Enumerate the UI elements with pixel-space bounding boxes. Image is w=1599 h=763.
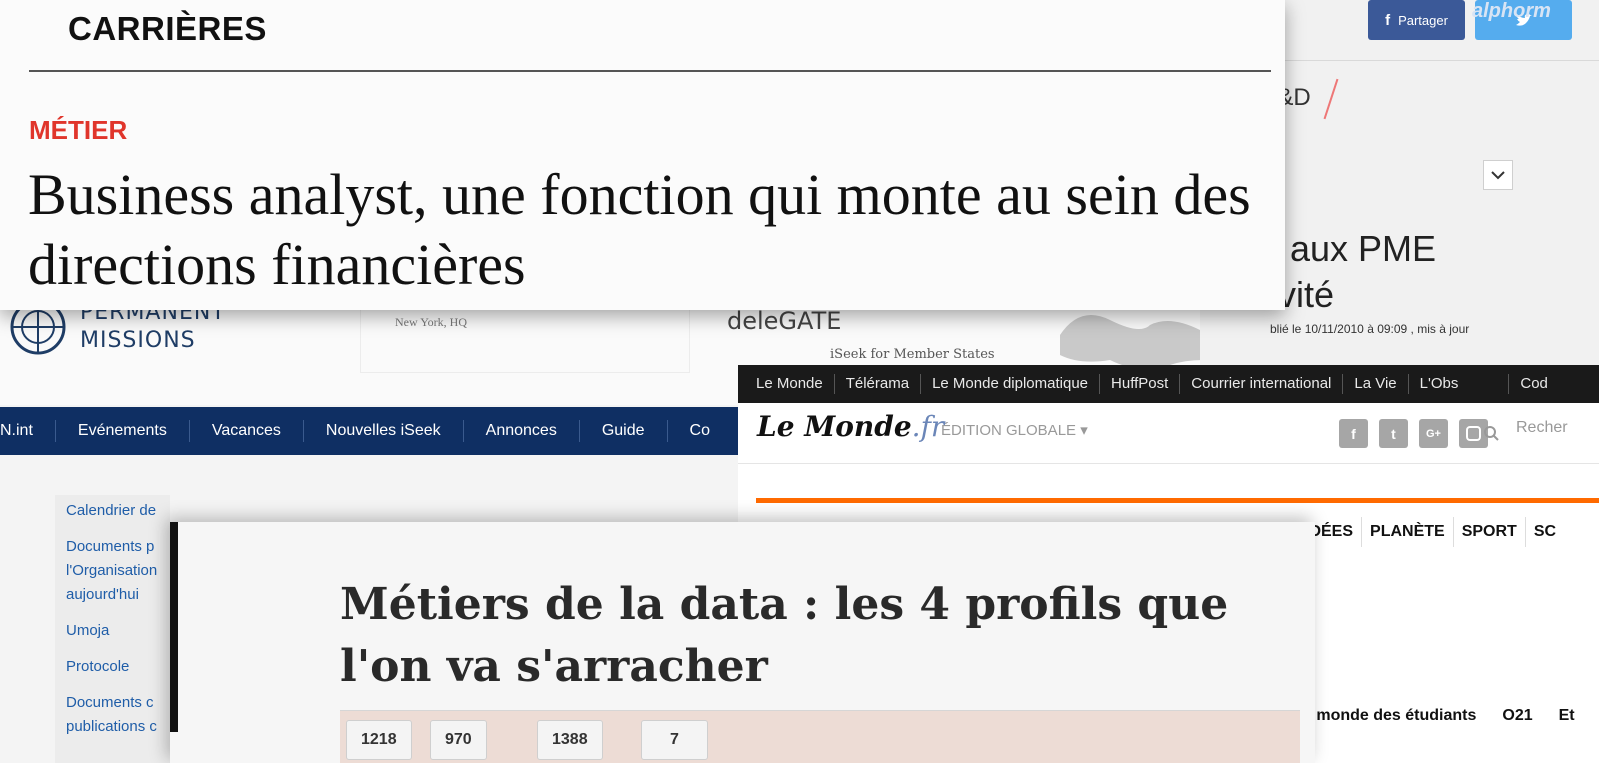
section-planete[interactable]: PLANÈTE xyxy=(1362,517,1454,547)
site-subtitle: iSeek for Member States xyxy=(830,347,995,362)
group-nav-lobs[interactable]: L'Obs xyxy=(1409,374,1510,394)
group-nav-la-vie[interactable]: La Vie xyxy=(1343,374,1409,394)
share-label: Partager xyxy=(1398,12,1448,28)
link-monde-etudiants[interactable]: e monde des étudiants xyxy=(1303,707,1476,725)
facebook-share-button[interactable]: f Partager xyxy=(1368,0,1465,40)
section-divider xyxy=(29,70,1271,72)
share-count-2[interactable]: 970 xyxy=(430,720,487,760)
article-title: Métiers de la data : les 4 profils que l… xyxy=(340,579,1229,692)
link-o21[interactable]: O21 xyxy=(1502,707,1532,725)
header-divider xyxy=(738,463,1599,464)
group-nav-huffpost[interactable]: HuffPost xyxy=(1100,374,1181,394)
nav-vacances[interactable]: Vacances xyxy=(190,420,304,442)
share-count-1[interactable]: 1218 xyxy=(346,720,412,760)
group-nav-monde-diplomatique[interactable]: Le Monde diplomatique xyxy=(921,374,1101,394)
facebook-icon: f xyxy=(1385,11,1391,29)
share-count-4[interactable]: 7 xyxy=(641,720,708,760)
sidebar-item-documents-publications[interactable]: Documents c publications c xyxy=(55,691,170,751)
logo-suffix: .fr xyxy=(911,410,945,443)
article-date: blié le 10/11/2010 à 09:09 , mis à jour xyxy=(1270,322,1470,336)
carrieres-article-window: CARRIÈRES MÉTIER Business analyst, une f… xyxy=(0,0,1285,310)
nav-annonces[interactable]: Annonces xyxy=(464,420,580,442)
nav-evenements[interactable]: Evénements xyxy=(56,420,190,442)
nav-co[interactable]: Co xyxy=(668,420,732,442)
googleplus-icon[interactable]: G+ xyxy=(1419,419,1448,448)
data-jobs-article-window: Métiers de la data : les 4 profils que l… xyxy=(170,522,1315,763)
social-links: f t G+ xyxy=(1339,419,1488,448)
link-et[interactable]: Et xyxy=(1559,707,1575,725)
sidebar-item-protocole[interactable]: Protocole xyxy=(55,655,170,691)
group-nav-cod[interactable]: Cod xyxy=(1509,374,1559,394)
search-label[interactable]: Recher xyxy=(1516,419,1568,437)
section-nav: IDÉES PLANÈTE SPORT SC xyxy=(1297,517,1564,547)
location-label: New York, HQ xyxy=(395,315,468,329)
un-sidebar: Calendrier de Documents p l'Organisation… xyxy=(55,495,170,763)
article-kicker: MÉTIER xyxy=(29,115,128,145)
section-title: CARRIÈRES xyxy=(68,10,267,47)
twitter-icon[interactable]: t xyxy=(1379,419,1408,448)
section-sc[interactable]: SC xyxy=(1526,517,1564,547)
section-sport[interactable]: SPORT xyxy=(1454,517,1526,547)
left-edge-bar xyxy=(170,522,178,732)
group-nav-courrier-international[interactable]: Courrier international xyxy=(1180,374,1344,394)
edition-selector[interactable]: ÉDITION GLOBALE ▾ xyxy=(941,421,1088,439)
logo-main: Le Monde xyxy=(757,410,912,443)
nav-nouvelles-iseek[interactable]: Nouvelles iSeek xyxy=(304,420,464,442)
group-nav-telerama[interactable]: Télérama xyxy=(835,374,922,394)
sidebar-item-documents-organisation[interactable]: Documents p l'Organisation aujourd'hui xyxy=(55,535,170,619)
search-icon[interactable] xyxy=(1484,426,1499,441)
alphorm-logo: alphorm xyxy=(1472,0,1551,22)
chevron-down-icon xyxy=(1491,170,1505,179)
accent-bar xyxy=(756,498,1599,503)
share-count-3[interactable]: 1388 xyxy=(537,720,603,760)
group-nav-le-monde[interactable]: Le Monde xyxy=(756,374,835,394)
divider xyxy=(1260,60,1599,61)
tag-slash xyxy=(1323,78,1339,120)
lemonde-logo[interactable]: Le Monde.fr xyxy=(757,410,944,443)
facebook-icon[interactable]: f xyxy=(1339,419,1368,448)
site-name: deleGATE xyxy=(727,307,842,335)
expand-button[interactable] xyxy=(1483,160,1513,190)
bottom-links: e monde des étudiants O21 Et xyxy=(1303,707,1575,725)
lemonde-group-nav: Le Monde Télérama Le Monde diplomatique … xyxy=(738,365,1599,403)
sidebar-item-calendrier[interactable]: Calendrier de xyxy=(55,495,170,535)
article-title: Business analyst, une fonction qui monte… xyxy=(28,162,1251,297)
article-headline-line1: t aux PME xyxy=(1270,228,1437,269)
sidebar-item-umoja[interactable]: Umoja xyxy=(55,619,170,655)
nav-guide[interactable]: Guide xyxy=(580,420,668,442)
nav-un-int[interactable]: N.int xyxy=(0,420,56,442)
